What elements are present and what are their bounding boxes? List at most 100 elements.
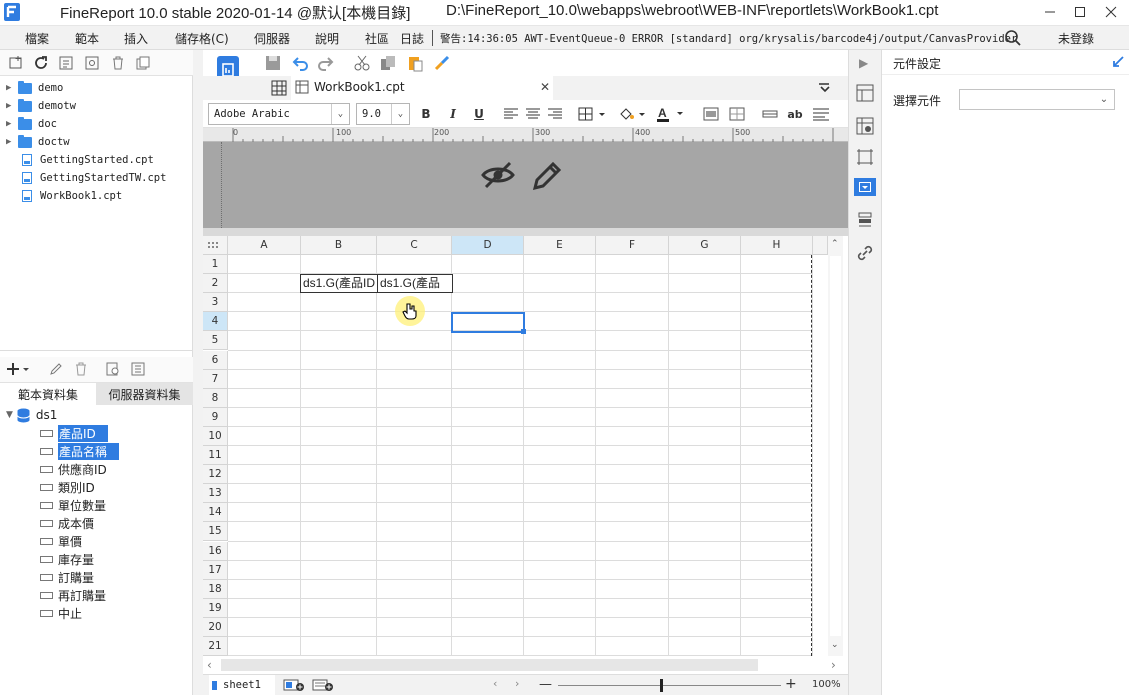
merge-cells-icon[interactable] <box>701 104 721 124</box>
file-item-workbook1[interactable]: WorkBook1.cpt <box>18 187 122 205</box>
scroll-up-icon[interactable]: ⌃ <box>831 239 839 249</box>
row-header-4[interactable]: 4 <box>203 312 228 332</box>
vertical-scrollbar[interactable]: ⌃ ⌄ <box>828 236 843 656</box>
paste-icon[interactable] <box>406 54 424 72</box>
cut-icon[interactable] <box>353 54 371 72</box>
row-header-3[interactable]: 3 <box>203 293 228 313</box>
row-header-2[interactable]: 2 <box>203 274 228 294</box>
align-right-icon[interactable] <box>545 104 565 124</box>
cell-b2[interactable]: ds1.G(產品ID <box>300 274 378 293</box>
menu-server[interactable]: 伺服器 <box>254 30 290 47</box>
grid-toggle-icon[interactable] <box>271 80 287 96</box>
select-all-corner[interactable] <box>203 236 228 255</box>
float-element-icon[interactable] <box>855 147 875 167</box>
column-item-5[interactable]: 成本價 <box>40 514 94 532</box>
close-window-button[interactable] <box>1093 0 1129 24</box>
zoom-slider-track[interactable] <box>558 685 781 686</box>
column-item-1[interactable]: 產品名稱 <box>40 442 120 460</box>
row-header-17[interactable]: 17 <box>203 560 228 580</box>
row-header-20[interactable]: 20 <box>203 617 228 637</box>
column-header-a[interactable]: A <box>228 236 301 255</box>
row-header-8[interactable]: 8 <box>203 388 228 408</box>
row-header-9[interactable]: 9 <box>203 407 228 427</box>
folder-item-demotw[interactable]: ▶ demotw <box>6 97 76 115</box>
pin-icon[interactable] <box>1111 55 1125 69</box>
column-header-b[interactable]: B <box>301 236 377 255</box>
menu-log[interactable]: 日誌 <box>400 30 424 47</box>
folder-item-doctw[interactable]: ▶ doctw <box>6 133 70 151</box>
new-folder-icon[interactable] <box>8 55 24 71</box>
column-item-0[interactable]: 產品ID <box>40 424 108 442</box>
sheet-next-icon[interactable]: › <box>515 677 519 690</box>
menu-template[interactable]: 範本 <box>75 30 99 47</box>
row-header-19[interactable]: 19 <box>203 598 228 618</box>
strikethrough-icon[interactable] <box>760 104 780 124</box>
font-color-icon[interactable]: A <box>655 104 687 124</box>
folder-item-doc[interactable]: ▶ doc <box>6 115 57 133</box>
format-painter-icon[interactable] <box>433 54 451 72</box>
column-item-7[interactable]: 庫存量 <box>40 550 94 568</box>
copy-icon[interactable] <box>135 55 151 71</box>
line-spacing-icon[interactable] <box>811 104 831 124</box>
refresh-icon[interactable] <box>33 55 49 71</box>
hide-icon[interactable] <box>481 160 515 190</box>
scroll-thumb[interactable] <box>830 256 841 636</box>
column-header-e[interactable]: E <box>524 236 596 255</box>
column-header-d[interactable]: D <box>452 236 524 255</box>
row-header-7[interactable]: 7 <box>203 369 228 389</box>
add-report-sheet-icon[interactable] <box>283 678 305 692</box>
preview-icon[interactable] <box>105 361 121 377</box>
search-icon[interactable] <box>1004 29 1022 47</box>
menu-file[interactable]: 檔案 <box>25 30 49 47</box>
underline-button[interactable]: U <box>469 104 489 124</box>
redo-icon[interactable] <box>317 54 335 72</box>
zoom-in-button[interactable]: + <box>785 676 797 692</box>
tab-template-datasets[interactable]: 範本資料集 <box>0 383 96 405</box>
row-header-11[interactable]: 11 <box>203 446 228 465</box>
column-item-9[interactable]: 再訂購量 <box>40 586 106 604</box>
column-item-3[interactable]: 類別ID <box>40 478 95 496</box>
pane-splitter[interactable] <box>203 228 848 236</box>
sheet-prev-icon[interactable]: ‹ <box>493 677 497 690</box>
scroll-right-icon[interactable]: › <box>831 658 836 672</box>
text-wrap-icon[interactable]: ab <box>785 104 805 124</box>
hyperlink-icon[interactable] <box>855 243 875 263</box>
horizontal-scrollbar[interactable]: ‹ › <box>203 656 848 674</box>
column-item-6[interactable]: 單價 <box>40 532 82 550</box>
row-header-13[interactable]: 13 <box>203 484 228 504</box>
row-header-14[interactable]: 14 <box>203 503 228 523</box>
conditional-attribute-icon[interactable] <box>855 210 875 230</box>
save-icon[interactable] <box>264 54 282 72</box>
cell-attribute-icon[interactable] <box>855 116 875 136</box>
cell-c2[interactable]: ds1.G(產品 <box>377 274 453 293</box>
row-header-12[interactable]: 12 <box>203 465 228 485</box>
fill-handle[interactable] <box>521 329 526 334</box>
column-header-c[interactable]: C <box>377 236 452 255</box>
dataset-ds1[interactable]: ▼ ds1 <box>6 406 57 424</box>
undo-icon[interactable] <box>291 54 309 72</box>
menu-help[interactable]: 說明 <box>315 30 339 47</box>
row-header-15[interactable]: 15 <box>203 522 228 542</box>
unmerge-cells-icon[interactable] <box>727 104 747 124</box>
zoom-slider-thumb[interactable] <box>660 679 663 692</box>
collapse-panel-icon[interactable]: ▶ <box>859 56 868 70</box>
bold-button[interactable]: B <box>416 104 436 124</box>
font-name-select[interactable]: Adobe Arabic ⌄ <box>208 103 350 125</box>
vertical-splitter[interactable] <box>193 50 203 695</box>
spreadsheet-grid[interactable]: A B C D E F G H 1 2 3 4 5 6 7 8 9 10 11 12 13 14 15 16 1… <box>203 236 848 656</box>
add-dashboard-sheet-icon[interactable] <box>312 678 334 692</box>
delete-dataset-icon[interactable] <box>73 361 89 377</box>
column-item-4[interactable]: 單位數量 <box>40 496 106 514</box>
edit-icon[interactable] <box>48 361 64 377</box>
dataset-settings-icon[interactable] <box>130 361 146 377</box>
selected-cell-d4[interactable] <box>451 312 525 333</box>
scroll-down-icon[interactable]: ⌄ <box>831 640 839 650</box>
column-header-f[interactable]: F <box>596 236 669 255</box>
align-left-icon[interactable] <box>501 104 521 124</box>
menu-community[interactable]: 社區 <box>365 30 389 47</box>
file-item-gettingstarted[interactable]: GettingStarted.cpt <box>18 151 154 169</box>
column-item-8[interactable]: 訂購量 <box>40 568 94 586</box>
login-link[interactable]: 未登錄 <box>1058 30 1094 47</box>
border-icon[interactable] <box>577 104 609 124</box>
italic-button[interactable]: I <box>443 104 463 124</box>
